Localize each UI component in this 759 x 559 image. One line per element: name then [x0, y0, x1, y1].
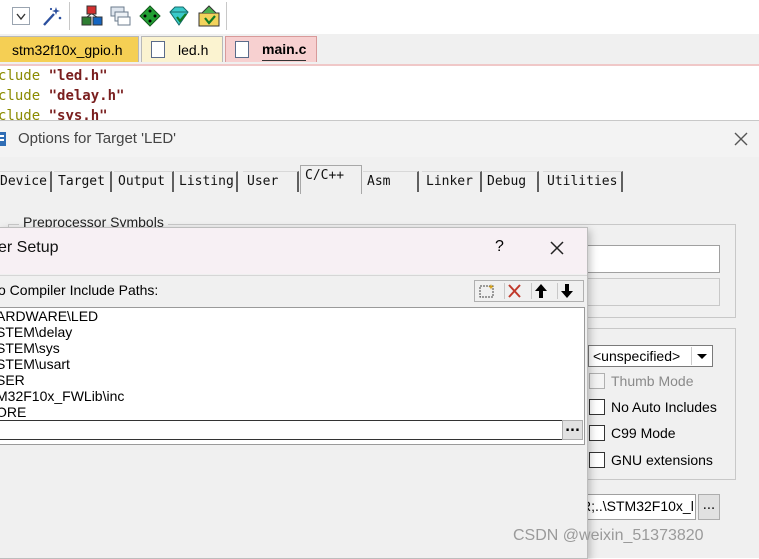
tab-device[interactable]: Device — [0, 171, 52, 192]
list-item[interactable]: STEM\delay — [0, 324, 72, 340]
editor-tab-stm32f10x-gpio[interactable]: stm32f10x_gpio.h — [0, 36, 139, 62]
c99-mode-label: C99 Mode — [611, 425, 676, 441]
code-editor[interactable]: clude "led.h" clude "delay.h" clude "sys… — [0, 66, 759, 126]
toolbar-separator — [69, 2, 70, 30]
folder-setup-dialog: er Setup ? o Compiler Include Paths: ARD… — [0, 227, 588, 559]
help-icon[interactable]: ? — [495, 238, 504, 256]
list-item[interactable]: M32F10x_FWLib\inc — [0, 388, 124, 404]
list-toolbar — [474, 280, 584, 302]
define-input[interactable] — [585, 245, 720, 273]
tab-debug[interactable]: Debug — [483, 171, 539, 192]
watermark: CSDN @weixin_51373820 — [513, 527, 704, 544]
tab-listing[interactable]: Listing — [175, 171, 238, 192]
editor-tab-label: main.c — [262, 39, 307, 61]
options-dialog-title: Options for Target 'LED' — [18, 130, 177, 147]
close-icon[interactable] — [549, 240, 565, 256]
thumb-mode-label: Thumb Mode — [611, 373, 694, 389]
file-extensions-icon[interactable] — [81, 5, 103, 27]
thumb-mode-checkbox[interactable] — [589, 373, 605, 389]
document-icon — [235, 41, 249, 58]
warnings-select-value: <unspecified> — [593, 348, 681, 364]
diamond-green-icon[interactable] — [139, 5, 161, 27]
list-item[interactable]: STEM\sys — [0, 340, 60, 356]
no-auto-includes-label: No Auto Includes — [611, 399, 717, 415]
tab-asm[interactable]: Asm — [363, 171, 419, 192]
tab-c-cpp[interactable]: C/C++ — [300, 165, 362, 194]
tab-target[interactable]: Target — [54, 171, 112, 192]
divider — [0, 275, 587, 276]
list-item[interactable]: ARDWARE\LED — [0, 308, 98, 324]
options-tab-strip: Device Target Output Listing User C/C++ … — [0, 165, 759, 194]
gnu-extensions-label: GNU extensions — [611, 452, 713, 468]
editor-tab-bar: stm32f10x_gpio.h led.h main.c — [0, 34, 759, 67]
include-paths-list[interactable]: ARDWARE\LED STEM\delay STEM\sys STEM\usa… — [0, 307, 585, 445]
options-dialog-titlebar: Options for Target 'LED' — [0, 121, 759, 157]
tab-user[interactable]: User — [243, 171, 299, 192]
list-item[interactable]: STEM\usart — [0, 356, 70, 372]
code-line: clude "led.h" — [0, 68, 108, 84]
list-item[interactable]: ORE — [0, 404, 26, 420]
warnings-select[interactable]: <unspecified> — [588, 345, 713, 367]
toolbar-separator — [226, 2, 227, 30]
include-paths-browse-button[interactable]: ... — [698, 494, 720, 520]
include-paths-field[interactable]: R;..\STM32F10x_l — [578, 494, 696, 520]
include-paths-list-label: o Compiler Include Paths: — [0, 282, 159, 298]
path-edit-input[interactable] — [0, 420, 563, 440]
folder-setup-titlebar: er Setup ? — [0, 228, 587, 274]
tab-utilities[interactable]: Utilities — [543, 171, 623, 192]
editor-tab-main-c[interactable]: main.c — [225, 36, 317, 62]
toolbar — [0, 0, 759, 35]
editor-tab-led-h[interactable]: led.h — [141, 36, 223, 62]
tab-output[interactable]: Output — [114, 171, 174, 192]
undefine-input[interactable] — [585, 278, 720, 306]
editor-tab-label: led.h — [178, 42, 209, 58]
delete-icon[interactable] — [504, 283, 523, 299]
document-icon — [151, 41, 165, 58]
move-up-icon[interactable] — [531, 283, 550, 299]
include-paths-value: R;..\STM32F10x_l — [581, 498, 694, 514]
manage-run-time-icon[interactable] — [198, 5, 220, 27]
magic-wand-icon[interactable] — [41, 5, 63, 27]
tab-linker[interactable]: Linker — [422, 171, 482, 192]
editor-tab-label: stm32f10x_gpio.h — [12, 42, 123, 58]
dropdown-arrow-icon[interactable] — [12, 7, 30, 25]
diamond-cyan-icon[interactable] — [168, 5, 190, 27]
no-auto-includes-checkbox[interactable] — [589, 399, 605, 415]
folder-setup-title: er Setup — [0, 239, 59, 256]
c99-mode-checkbox[interactable] — [589, 425, 605, 441]
move-down-icon[interactable] — [557, 283, 576, 299]
close-icon[interactable] — [733, 131, 749, 147]
path-browse-button[interactable]: ... — [562, 420, 583, 440]
code-line: clude "delay.h" — [0, 88, 125, 104]
stacked-windows-icon[interactable] — [110, 5, 132, 27]
app-icon — [0, 131, 8, 147]
list-item[interactable]: SER — [0, 372, 25, 388]
chevron-down-icon[interactable] — [691, 347, 712, 365]
gnu-extensions-checkbox[interactable] — [589, 452, 605, 468]
new-folder-icon[interactable] — [478, 283, 496, 299]
